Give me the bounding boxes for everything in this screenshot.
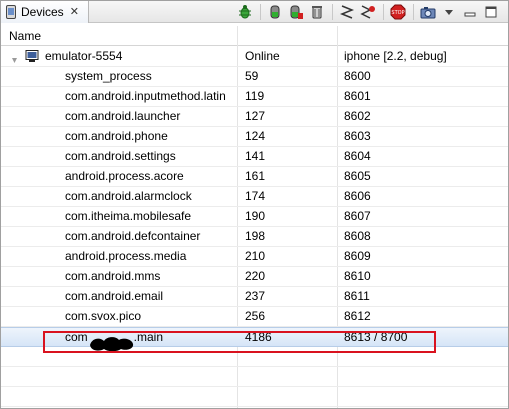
device-target: iphone [2.2, debug]: [344, 49, 447, 63]
process-row[interactable]: com.android.defcontainer 198 8608: [1, 227, 508, 247]
tab-devices-label: Devices: [21, 5, 64, 19]
process-row[interactable]: com.android.alarmclock 174 8606: [1, 187, 508, 207]
empty-row: [1, 347, 508, 367]
process-pid: 4186: [245, 330, 272, 344]
debug-icon[interactable]: [237, 4, 253, 20]
device-name: emulator-5554: [45, 49, 123, 63]
process-row[interactable]: com.android.email 237 8611: [1, 287, 508, 307]
toolbar-separator: [383, 4, 384, 20]
svg-text:STOP: STOP: [391, 10, 404, 16]
process-name: com.android.inputmethod.latin: [65, 89, 226, 103]
process-pid: 256: [245, 309, 266, 323]
process-name: com.android.phone: [65, 129, 168, 143]
view-menu-icon[interactable]: [441, 4, 457, 20]
process-row[interactable]: com.itheima.mobilesafe 190 8607: [1, 207, 508, 227]
device-phone-icon: [6, 5, 16, 19]
process-pid: 161: [245, 169, 266, 183]
process-row[interactable]: com.android.inputmethod.latin 119 8601: [1, 87, 508, 107]
toolbar-separator: [413, 4, 414, 20]
toolbar-separator: [332, 4, 333, 20]
process-row[interactable]: android.process.media 210 8609: [1, 247, 508, 267]
process-pid: 174: [245, 189, 266, 203]
devices-view: Devices ✕ STOP Name emulator-5554 Online…: [0, 0, 509, 409]
process-port: 8608: [344, 229, 371, 243]
process-port: 8609: [344, 249, 371, 263]
redaction-mark: [90, 337, 134, 352]
dump-hprof-icon[interactable]: [288, 4, 304, 20]
view-tab-bar: Devices ✕ STOP: [1, 1, 508, 23]
stop-process-icon[interactable]: STOP: [390, 4, 406, 20]
view-toolbar: STOP: [237, 3, 504, 21]
process-row[interactable]: com.android.mms 220 8610: [1, 267, 508, 287]
process-name: android.process.media: [65, 249, 187, 263]
toolbar-separator: [260, 4, 261, 20]
process-name: system_process: [65, 69, 152, 83]
tree-expander-icon[interactable]: [11, 53, 18, 63]
process-row[interactable]: android.process.acore 161 8605: [1, 167, 508, 187]
minimize-icon[interactable]: [462, 4, 478, 20]
process-name: com.android.mms: [65, 269, 161, 283]
process-pid: 210: [245, 249, 266, 263]
process-pid: 124: [245, 129, 266, 143]
process-port: 8613 / 8700: [344, 330, 408, 344]
process-port: 8602: [344, 109, 371, 123]
process-pid: 59: [245, 69, 259, 83]
process-name: com.android.launcher: [65, 109, 181, 123]
process-pid: 190: [245, 209, 266, 223]
process-pid: 237: [245, 289, 266, 303]
process-name-suffix: .main: [133, 330, 164, 344]
process-name: com.itheima.mobilesafe: [65, 209, 192, 223]
empty-row: [1, 387, 508, 407]
process-pid: 141: [245, 149, 266, 163]
process-port: 8606: [344, 189, 371, 203]
process-row[interactable]: system_process 59 8600: [1, 67, 508, 87]
start-method-profiling-icon[interactable]: [360, 4, 376, 20]
process-name: android.process.acore: [65, 169, 184, 183]
process-port: 8610: [344, 269, 371, 283]
device-emulator-icon: [25, 50, 39, 63]
cause-gc-icon[interactable]: [309, 4, 325, 20]
screen-capture-icon[interactable]: [420, 4, 436, 20]
devices-table: emulator-5554 Online iphone [2.2, debug]…: [1, 47, 508, 408]
process-row[interactable]: com.android.phone 124 8603: [1, 127, 508, 147]
process-name: com.android.defcontainer: [65, 229, 201, 243]
update-threads-icon[interactable]: [339, 4, 355, 20]
maximize-icon[interactable]: [483, 4, 499, 20]
process-row[interactable]: com.svox.pico 256 8612: [1, 307, 508, 327]
process-pid: 198: [245, 229, 266, 243]
process-pid: 127: [245, 109, 266, 123]
process-port: 8604: [344, 149, 371, 163]
process-name: com.android.settings: [65, 149, 176, 163]
process-name-prefix: com: [65, 330, 88, 344]
process-pid: 119: [245, 89, 265, 103]
process-port: 8601: [344, 89, 371, 103]
process-port: 8612: [344, 309, 371, 323]
tab-devices[interactable]: Devices ✕: [1, 1, 89, 23]
close-icon[interactable]: ✕: [70, 6, 79, 18]
device-row[interactable]: emulator-5554 Online iphone [2.2, debug]: [1, 47, 508, 67]
process-port: 8611: [344, 289, 370, 303]
process-port: 8607: [344, 209, 371, 223]
table-header: Name: [1, 26, 508, 46]
process-port: 8600: [344, 69, 371, 83]
update-heap-icon[interactable]: [267, 4, 283, 20]
process-port: 8603: [344, 129, 371, 143]
process-name: com.android.email: [65, 289, 164, 303]
process-pid: 220: [245, 269, 266, 283]
process-name: com.android.alarmclock: [65, 189, 192, 203]
process-port: 8605: [344, 169, 371, 183]
device-status: Online: [245, 49, 280, 63]
process-row[interactable]: com.android.settings 141 8604: [1, 147, 508, 167]
process-name: com.svox.pico: [65, 309, 142, 323]
process-row[interactable]: com .main 4186 8613 / 8700: [1, 327, 508, 347]
empty-row: [1, 367, 508, 387]
column-header-name[interactable]: Name: [1, 26, 41, 46]
process-row[interactable]: com.android.launcher 127 8602: [1, 107, 508, 127]
